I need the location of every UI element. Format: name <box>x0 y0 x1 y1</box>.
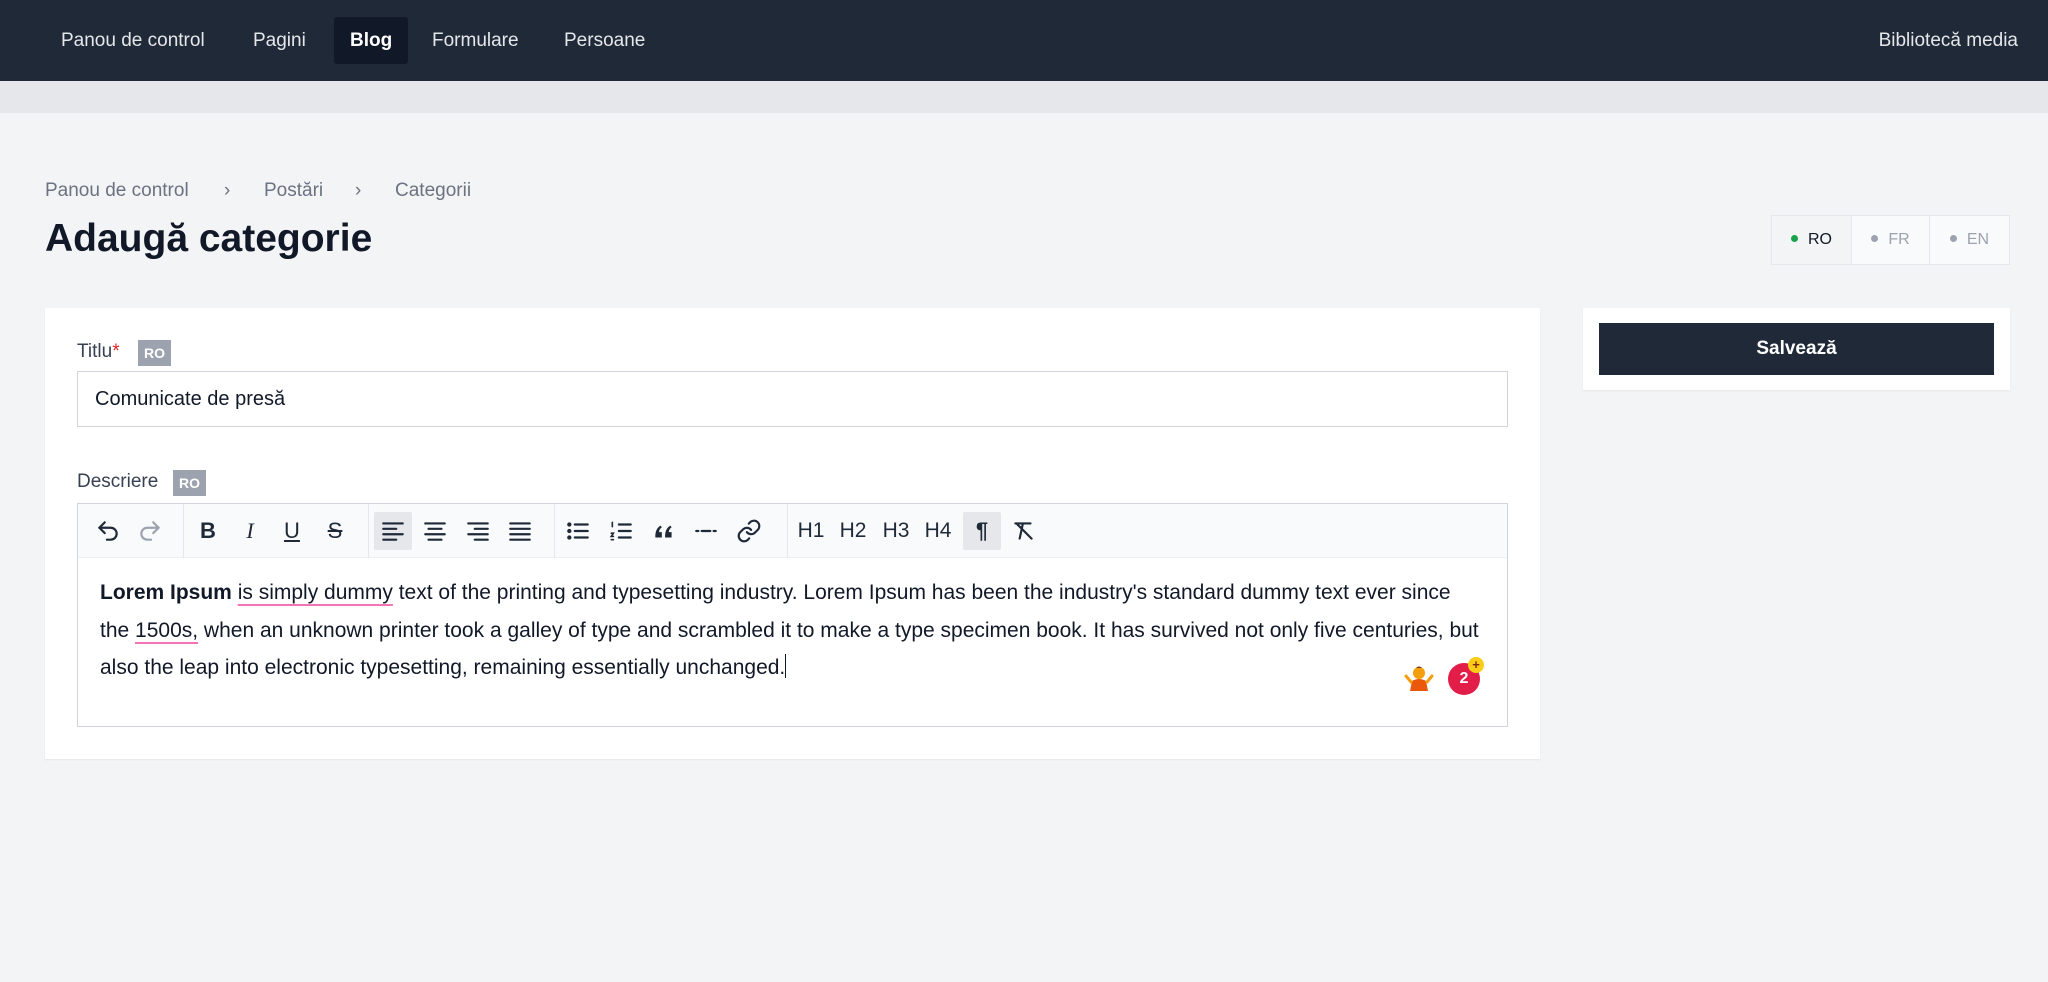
toolbar-divider <box>787 504 788 558</box>
inactive-dot-icon <box>1949 235 1957 243</box>
required-mark: * <box>112 341 120 362</box>
active-dot-icon <box>1791 235 1798 243</box>
save-button[interactable]: Salvează <box>1599 323 1994 375</box>
language-switcher: RO FR EN <box>1771 215 2010 265</box>
shrug-emoji-icon[interactable] <box>1404 663 1434 693</box>
heading-4-button[interactable]: H4 <box>919 512 957 550</box>
bullet-list-icon[interactable] <box>559 512 597 550</box>
title-label: Titlu* <box>77 341 120 362</box>
underline-button[interactable]: U <box>273 512 311 550</box>
toolbar-divider <box>554 504 555 558</box>
align-center-icon[interactable] <box>416 512 454 550</box>
lang-ro-button[interactable]: RO <box>1772 216 1852 264</box>
breadcrumb-item-categories[interactable]: Categorii <box>395 178 471 204</box>
breadcrumb-item-posts[interactable]: Postări <box>264 178 323 204</box>
strikethrough-button[interactable]: S <box>316 512 354 550</box>
numbered-list-icon[interactable] <box>602 512 640 550</box>
align-right-icon[interactable] <box>459 512 497 550</box>
category-form-card: Titlu* RO Descriere RO B I U S <box>45 308 1540 759</box>
editor-content[interactable]: Lorem Ipsum is simply dummy text of the … <box>100 574 1485 687</box>
bold-button[interactable]: B <box>189 512 227 550</box>
heading-2-button[interactable]: H2 <box>834 512 872 550</box>
nav-item-blog[interactable]: Blog <box>334 17 409 64</box>
bold-text: Lorem Ipsum <box>100 581 232 604</box>
actions-card: Salvează <box>1583 308 2010 390</box>
link-icon[interactable] <box>730 512 768 550</box>
heading-3-button[interactable]: H3 <box>877 512 915 550</box>
undo-icon[interactable] <box>89 512 127 550</box>
align-left-icon[interactable] <box>374 512 412 550</box>
nav-item-pages[interactable]: Pagini <box>237 17 322 64</box>
toolbar-divider <box>368 504 369 558</box>
title-input[interactable] <box>77 371 1508 427</box>
blockquote-icon[interactable] <box>645 512 683 550</box>
spellcheck-word: is simply dummy <box>237 581 393 604</box>
nav-item-people[interactable]: Persoane <box>548 17 661 64</box>
editor-toolbar: B I U S H1 H2 H3 H4 ¶ <box>78 504 1507 558</box>
inactive-dot-icon <box>1871 235 1879 243</box>
heading-1-button[interactable]: H1 <box>792 512 830 550</box>
text-caret <box>785 654 787 678</box>
nav-item-forms[interactable]: Formulare <box>416 17 535 64</box>
lang-en-button[interactable]: EN <box>1930 216 2009 264</box>
breadcrumb-separator: › <box>224 180 231 201</box>
lang-fr-button[interactable]: FR <box>1852 216 1930 264</box>
rich-text-editor: B I U S H1 H2 H3 H4 ¶ Lorem Ipsum is sim… <box>77 503 1508 727</box>
clear-format-icon[interactable] <box>1005 512 1043 550</box>
sub-bar <box>0 81 2048 113</box>
title-lang-badge: RO <box>138 340 171 366</box>
redo-icon[interactable] <box>131 512 169 550</box>
horizontal-rule-icon[interactable] <box>687 512 725 550</box>
nav-media-library[interactable]: Bibliotecă media <box>1879 17 2018 64</box>
breadcrumb-item-dashboard[interactable]: Panou de control <box>45 178 189 204</box>
toolbar-divider <box>183 504 184 558</box>
spellcheck-word: 1500s, <box>135 618 199 642</box>
align-justify-icon[interactable] <box>501 512 539 550</box>
page-title: Adaugă categorie <box>45 217 373 260</box>
breadcrumb-separator: › <box>355 180 362 201</box>
italic-button[interactable]: I <box>231 512 269 550</box>
description-lang-badge: RO <box>173 470 206 496</box>
paragraph-button[interactable]: ¶ <box>963 512 1001 550</box>
nav-item-dashboard[interactable]: Panou de control <box>45 17 221 64</box>
description-label: Descriere <box>77 471 159 492</box>
top-nav: Panou de control Pagini Blog Formulare P… <box>0 0 2048 81</box>
plus-icon: + <box>1468 657 1484 673</box>
